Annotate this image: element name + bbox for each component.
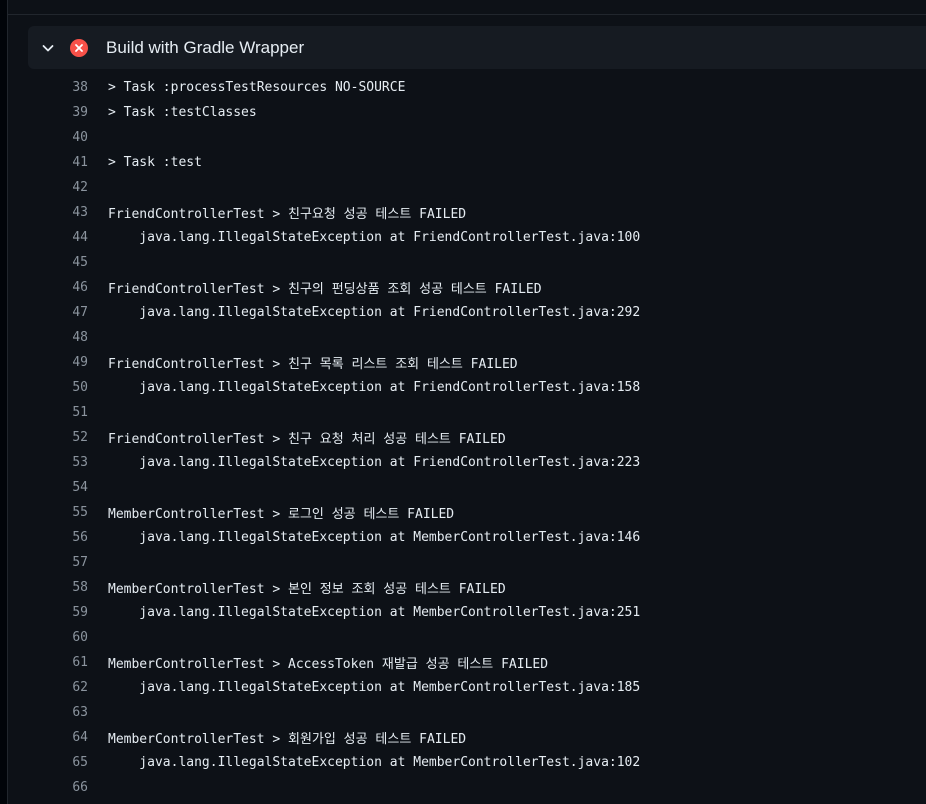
log-text: java.lang.IllegalStateException at Membe… xyxy=(108,680,641,695)
line-number[interactable]: 38 xyxy=(28,80,88,95)
log-text: > Task :test xyxy=(108,155,202,170)
log-text: java.lang.IllegalStateException at Membe… xyxy=(108,755,641,770)
line-number[interactable]: 40 xyxy=(28,130,88,145)
log-line: 65 java.lang.IllegalStateException at Me… xyxy=(28,750,926,775)
log-text: FriendControllerTest > 친구요청 성공 테스트 FAILE… xyxy=(108,207,467,222)
line-number[interactable]: 58 xyxy=(28,580,88,595)
log-line: 52 FriendControllerTest > 친구 요청 처리 성공 테스트… xyxy=(28,425,926,450)
line-number[interactable]: 57 xyxy=(28,555,88,570)
log-text: FriendControllerTest > 친구의 펀딩상품 조회 성공 테스… xyxy=(108,282,542,297)
line-number[interactable]: 52 xyxy=(28,430,88,445)
line-number[interactable]: 62 xyxy=(28,680,88,695)
divider xyxy=(8,14,926,15)
log-line: 44 java.lang.IllegalStateException at Fr… xyxy=(28,225,926,250)
line-number[interactable]: 65 xyxy=(28,755,88,770)
line-number[interactable]: 59 xyxy=(28,605,88,620)
line-number[interactable]: 48 xyxy=(28,330,88,345)
line-number[interactable]: 45 xyxy=(28,255,88,270)
log-text: MemberControllerTest > 회원가입 성공 테스트 FAILE… xyxy=(108,732,467,747)
log-text: MemberControllerTest > 로그인 성공 테스트 FAILED xyxy=(108,507,455,522)
step-title: Build with Gradle Wrapper xyxy=(106,37,305,57)
log-line: 58 MemberControllerTest > 본인 정보 조회 성공 테스트… xyxy=(28,575,926,600)
line-number[interactable]: 49 xyxy=(28,355,88,370)
line-number[interactable]: 47 xyxy=(28,305,88,320)
log-line: 62 java.lang.IllegalStateException at Me… xyxy=(28,675,926,700)
log-line: 66 xyxy=(28,775,926,800)
log-text: java.lang.IllegalStateException at Membe… xyxy=(108,605,641,620)
log-line: 51 xyxy=(28,400,926,425)
chevron-down-icon[interactable] xyxy=(40,40,56,56)
line-number[interactable]: 63 xyxy=(28,705,88,720)
log-line: 56 java.lang.IllegalStateException at Me… xyxy=(28,525,926,550)
log-line: 53 java.lang.IllegalStateException at Fr… xyxy=(28,450,926,475)
log-line: 55 MemberControllerTest > 로그인 성공 테스트 FAIL… xyxy=(28,500,926,525)
log-text: MemberControllerTest > 본인 정보 조회 성공 테스트 F… xyxy=(108,582,506,597)
log-line: 54 xyxy=(28,475,926,500)
line-number[interactable]: 42 xyxy=(28,180,88,195)
log-output: 38 > Task :processTestResources NO-SOURCE… xyxy=(28,75,926,800)
log-text: MemberControllerTest > AccessToken 재발급 성… xyxy=(108,657,549,672)
line-number[interactable]: 53 xyxy=(28,455,88,470)
log-line: 43 FriendControllerTest > 친구요청 성공 테스트 FAI… xyxy=(28,200,926,225)
line-number[interactable]: 54 xyxy=(28,480,88,495)
log-line: 60 xyxy=(28,625,926,650)
log-text: > Task :processTestResources NO-SOURCE xyxy=(108,80,406,95)
line-number[interactable]: 55 xyxy=(28,505,88,520)
line-number[interactable]: 44 xyxy=(28,230,88,245)
step-header-build-with-gradle-wrapper[interactable]: Build with Gradle Wrapper xyxy=(28,26,926,69)
log-text: > Task :testClasses xyxy=(108,105,257,120)
line-number[interactable]: 61 xyxy=(28,655,88,670)
log-line: 57 xyxy=(28,550,926,575)
log-line: 42 xyxy=(28,175,926,200)
log-line: 47 java.lang.IllegalStateException at Fr… xyxy=(28,300,926,325)
log-line: 63 xyxy=(28,700,926,725)
log-line: 39 > Task :testClasses xyxy=(28,100,926,125)
line-number[interactable]: 51 xyxy=(28,405,88,420)
line-number[interactable]: 46 xyxy=(28,280,88,295)
log-text: java.lang.IllegalStateException at Frien… xyxy=(108,305,641,320)
line-number[interactable]: 50 xyxy=(28,380,88,395)
log-text: java.lang.IllegalStateException at Frien… xyxy=(108,230,641,245)
log-text: java.lang.IllegalStateException at Frien… xyxy=(108,455,641,470)
log-line: 41 > Task :test xyxy=(28,150,926,175)
line-number[interactable]: 41 xyxy=(28,155,88,170)
job-log-panel: Build with Gradle Wrapper 38 > Task :proc… xyxy=(7,0,926,804)
line-number[interactable]: 60 xyxy=(28,630,88,645)
log-text: FriendControllerTest > 친구 요청 처리 성공 테스트 F… xyxy=(108,432,506,447)
line-number[interactable]: 56 xyxy=(28,530,88,545)
log-text: java.lang.IllegalStateException at Frien… xyxy=(108,380,641,395)
line-number[interactable]: 64 xyxy=(28,730,88,745)
log-line: 59 java.lang.IllegalStateException at Me… xyxy=(28,600,926,625)
line-number[interactable]: 66 xyxy=(28,780,88,795)
log-text: java.lang.IllegalStateException at Membe… xyxy=(108,530,641,545)
log-line: 49 FriendControllerTest > 친구 목록 리스트 조회 테스… xyxy=(28,350,926,375)
log-line: 50 java.lang.IllegalStateException at Fr… xyxy=(28,375,926,400)
line-number[interactable]: 43 xyxy=(28,205,88,220)
log-line: 40 xyxy=(28,125,926,150)
log-line: 48 xyxy=(28,325,926,350)
log-line: 38 > Task :processTestResources NO-SOURCE xyxy=(28,75,926,100)
log-line: 64 MemberControllerTest > 회원가입 성공 테스트 FAI… xyxy=(28,725,926,750)
log-text: FriendControllerTest > 친구 목록 리스트 조회 테스트 … xyxy=(108,357,518,372)
log-line: 46 FriendControllerTest > 친구의 펀딩상품 조회 성공 … xyxy=(28,275,926,300)
x-circle-fill-icon xyxy=(70,38,88,57)
line-number[interactable]: 39 xyxy=(28,105,88,120)
log-line: 45 xyxy=(28,250,926,275)
log-line: 61 MemberControllerTest > AccessToken 재발급… xyxy=(28,650,926,675)
